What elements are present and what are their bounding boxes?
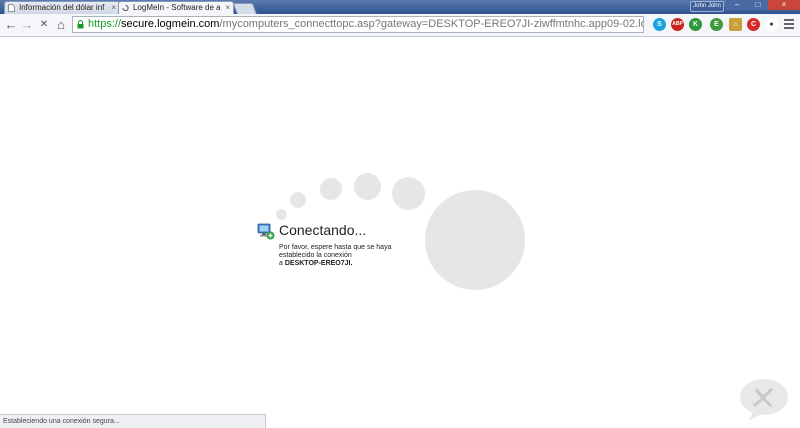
loader-dot — [392, 177, 425, 210]
tab-logmein[interactable]: LogMeIn - Software de a × — [118, 1, 234, 14]
url-host: secure.logmein.com — [121, 18, 220, 30]
chrome-menu-icon[interactable] — [784, 19, 794, 29]
lock-icon — [77, 20, 84, 29]
close-window-button[interactable]: × — [768, 0, 800, 10]
evernote-icon[interactable]: E — [710, 18, 723, 31]
loader-dot-large — [425, 190, 525, 290]
skype-icon[interactable]: S — [653, 18, 666, 31]
tab-dolar[interactable]: Información del dólar inf × — [4, 1, 120, 14]
connecting-message: Por favor, espere hasta que se haya esta… — [279, 244, 392, 259]
tab-title: LogMeIn - Software de a — [133, 3, 221, 12]
home-button[interactable]: ⌂ — [54, 17, 68, 33]
tab-close-icon[interactable]: × — [225, 2, 230, 14]
profile-button[interactable]: John John — [690, 1, 724, 12]
url-path: /mycomputers_connecttopc.asp?gateway=DES… — [219, 18, 643, 30]
url-scheme: https:// — [88, 18, 122, 30]
host-prefix: a — [279, 260, 283, 267]
loading-spinner-icon — [122, 4, 129, 12]
tab-title: Información del dólar inf — [19, 3, 105, 12]
connecting-host: a DESKTOP-EREO7JI. — [279, 260, 352, 267]
loader-dot — [290, 192, 306, 208]
minimize-button[interactable]: – — [726, 0, 748, 10]
tab-close-icon[interactable]: × — [111, 2, 116, 14]
red-extension-icon[interactable]: C — [747, 18, 760, 31]
loader-dot — [320, 178, 342, 200]
host-name: DESKTOP-EREO7JI. — [284, 260, 353, 267]
address-url: https://secure.logmein.com/mycomputers_c… — [88, 17, 643, 32]
watermark-logo — [740, 379, 788, 421]
screenshot-icon[interactable]: ⌂ — [729, 18, 742, 31]
hat-extension-icon[interactable]: ● — [765, 18, 778, 31]
loader-dot — [276, 209, 287, 220]
address-bar[interactable]: https://secure.logmein.com/mycomputers_c… — [72, 16, 644, 33]
loader-dot — [354, 173, 381, 200]
page-icon — [8, 4, 15, 12]
status-bar: Estableciendo una conexión segura... — [0, 414, 266, 428]
k-extension-icon[interactable]: K — [689, 18, 702, 31]
adblock-plus-icon[interactable]: ABP — [671, 18, 684, 31]
stop-button[interactable]: ✕ — [37, 17, 51, 33]
connecting-title: Conectando... — [279, 222, 367, 238]
back-button[interactable]: ← — [4, 17, 18, 33]
browser-toolbar: ← → ✕ ⌂ https://secure.logmein.com/mycom… — [0, 14, 800, 37]
tab-strip: Información del dólar inf × LogMeIn - So… — [0, 0, 800, 15]
forward-button[interactable]: → — [20, 17, 34, 33]
maximize-button[interactable]: □ — [748, 0, 768, 10]
remote-computer-icon — [257, 223, 275, 240]
